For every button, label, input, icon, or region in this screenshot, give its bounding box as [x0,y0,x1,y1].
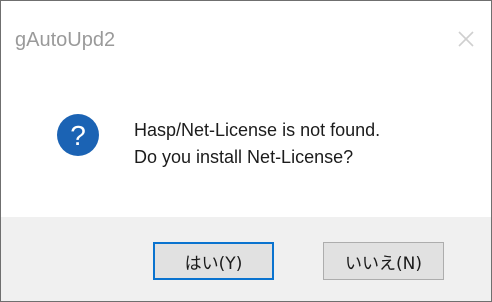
message-text: Hasp/Net-License is not found. Do you in… [134,117,380,171]
svg-text:?: ? [70,120,86,151]
message-line-1: Hasp/Net-License is not found. [134,120,381,140]
question-icon: ? [57,114,99,156]
message-line-2: Do you install Net-License? [134,147,354,167]
close-icon [458,31,474,47]
yes-button[interactable]: はい(Y) [153,242,274,280]
message-dialog: gAutoUpd2 ? Hasp/Net-License is not foun… [0,0,492,302]
title-bar[interactable]: gAutoUpd2 [1,1,491,75]
close-button[interactable] [448,21,484,57]
yes-button-label: はい(Y) [184,253,243,274]
no-button-label: いいえ(N) [345,253,422,274]
no-button[interactable]: いいえ(N) [323,242,444,280]
button-bar: はい(Y) いいえ(N) [1,217,491,301]
window-title: gAutoUpd2 [15,29,116,51]
dialog-content: ? Hasp/Net-License is not found. Do you … [1,75,491,217]
